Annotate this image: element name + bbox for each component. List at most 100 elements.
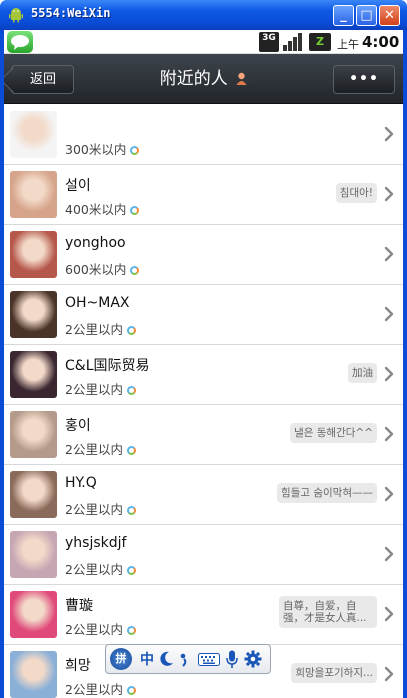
person-name: yonghoo	[65, 235, 126, 251]
distance-text: 2公里以内	[65, 382, 123, 397]
status-bar: 3G Z 上午 4:00	[4, 30, 403, 54]
person-name: 희망	[65, 658, 91, 674]
status-ampm: 上午	[337, 38, 359, 51]
person-name: yhsjskdjf	[65, 535, 127, 551]
battery-icon: Z	[309, 33, 331, 51]
chevron-right-icon	[384, 126, 394, 142]
avatar	[10, 531, 57, 578]
location-ring-icon	[126, 686, 136, 695]
punctuation-icon[interactable]	[180, 653, 190, 667]
nearby-people-list: 300米以内 설이 400米以内 침대아! yonghoo 600米以内 OH~MAX 2公里…	[4, 105, 403, 698]
person-distance: 2公里以内	[65, 379, 136, 398]
back-button-label: 返回	[30, 72, 57, 87]
chevron-right-icon	[384, 666, 394, 682]
chevron-right-icon	[384, 366, 394, 382]
distance-text: 2公里以内	[65, 322, 123, 337]
person-signature: 희망을포기하지...	[291, 663, 377, 683]
list-item[interactable]: 홍이 2公里以内 낼은 동해간다^^	[4, 405, 403, 465]
window-title-bar[interactable]: 5554:WeiXin _ □ ✕	[0, 0, 407, 30]
distance-text: 2公里以内	[65, 442, 123, 457]
person-distance: 2公里以内	[65, 679, 136, 698]
avatar	[10, 471, 57, 518]
person-name: 홍이	[65, 418, 91, 434]
person-distance: 2公里以内	[65, 319, 136, 338]
distance-text: 2公里以内	[65, 502, 123, 517]
person-signature: 낼은 동해간다^^	[290, 423, 377, 443]
chevron-right-icon	[384, 246, 394, 262]
chevron-right-icon	[384, 486, 394, 502]
location-ring-icon	[126, 566, 136, 575]
avatar	[10, 651, 57, 698]
person-distance: 2公里以内	[65, 439, 136, 458]
location-ring-icon	[126, 386, 136, 395]
distance-text: 2公里以内	[65, 682, 123, 697]
ime-mode-toggle[interactable]: 中	[140, 649, 154, 669]
person-icon	[236, 72, 247, 85]
location-ring-icon	[126, 446, 136, 455]
maximize-button[interactable]: □	[356, 5, 377, 26]
avatar	[10, 231, 57, 278]
page-title: 附近的人	[159, 69, 228, 89]
keyboard-icon[interactable]	[198, 653, 220, 666]
person-signature: 침대아!	[335, 183, 377, 203]
person-signature: 自尊，自爱，自强，才是女人真...	[279, 596, 377, 628]
list-item[interactable]: C&L国际贸易 2公里以内 加油	[4, 345, 403, 405]
status-time: 4:00	[362, 33, 400, 51]
person-signature: 加油	[348, 363, 377, 383]
person-name: OH~MAX	[65, 295, 130, 311]
chevron-right-icon	[384, 306, 394, 322]
settings-icon[interactable]	[244, 650, 262, 668]
avatar	[10, 291, 57, 338]
network-3g-icon: 3G	[259, 32, 279, 52]
avatar	[10, 411, 57, 458]
person-name: HY.Q	[65, 475, 97, 491]
chat-bubble-icon	[7, 31, 33, 53]
list-item[interactable]: yonghoo 600米以内	[4, 225, 403, 285]
location-ring-icon	[126, 626, 136, 635]
list-item[interactable]: HY.Q 2公里以内 힘들고 숨이막혀——	[4, 465, 403, 525]
list-item[interactable]: yhsjskdjf 2公里以内	[4, 525, 403, 585]
back-button[interactable]: 返回	[11, 65, 74, 94]
signal-icon	[283, 33, 302, 51]
list-item[interactable]: 300米以内	[4, 105, 403, 165]
person-distance: 600米以内	[65, 259, 140, 278]
distance-text: 300米以内	[65, 142, 127, 157]
chevron-right-icon	[384, 186, 394, 202]
avatar	[10, 171, 57, 218]
location-ring-icon	[126, 326, 136, 335]
moon-icon[interactable]	[160, 651, 174, 667]
location-ring-icon	[130, 206, 140, 215]
window-frame: 5554:WeiXin _ □ ✕ 3G Z 上午 4:00 附近的人 返回 •…	[0, 0, 407, 698]
more-options-button[interactable]: •••	[333, 65, 395, 94]
distance-text: 2公里以内	[65, 622, 123, 637]
location-ring-icon	[130, 146, 140, 155]
android-icon	[9, 8, 23, 23]
avatar	[10, 111, 57, 158]
person-signature: 힘들고 숨이막혀——	[277, 483, 377, 503]
location-ring-icon	[126, 506, 136, 515]
location-ring-icon	[130, 266, 140, 275]
distance-text: 600米以内	[65, 262, 127, 277]
minimize-button[interactable]: _	[333, 5, 354, 26]
close-button[interactable]: ✕	[379, 5, 400, 26]
chevron-right-icon	[384, 426, 394, 442]
person-name: 설이	[65, 178, 91, 194]
chevron-right-icon	[384, 546, 394, 562]
avatar	[10, 351, 57, 398]
distance-text: 2公里以内	[65, 562, 123, 577]
person-name: C&L国际贸易	[65, 358, 150, 374]
app-header: 附近的人 返回 •••	[4, 54, 403, 104]
avatar	[10, 591, 57, 638]
list-item[interactable]: 曹璇 2公里以内 自尊，自爱，自强，才是女人真...	[4, 585, 403, 645]
person-distance: 400米以内	[65, 199, 140, 218]
ime-logo-icon[interactable]: 拼	[110, 648, 132, 670]
emulator-screen: 3G Z 上午 4:00 附近的人 返回 ••• 300米以内 설이 400米以…	[4, 30, 403, 698]
person-name: 曹璇	[65, 598, 93, 614]
person-distance: 300米以内	[65, 139, 140, 158]
list-item[interactable]: 설이 400米以内 침대아!	[4, 165, 403, 225]
window-title: 5554:WeiXin	[31, 6, 111, 20]
list-item[interactable]: OH~MAX 2公里以内	[4, 285, 403, 345]
distance-text: 400米以内	[65, 202, 127, 217]
ime-toolbar[interactable]: 拼 中	[105, 644, 271, 674]
mic-icon[interactable]	[226, 650, 238, 669]
